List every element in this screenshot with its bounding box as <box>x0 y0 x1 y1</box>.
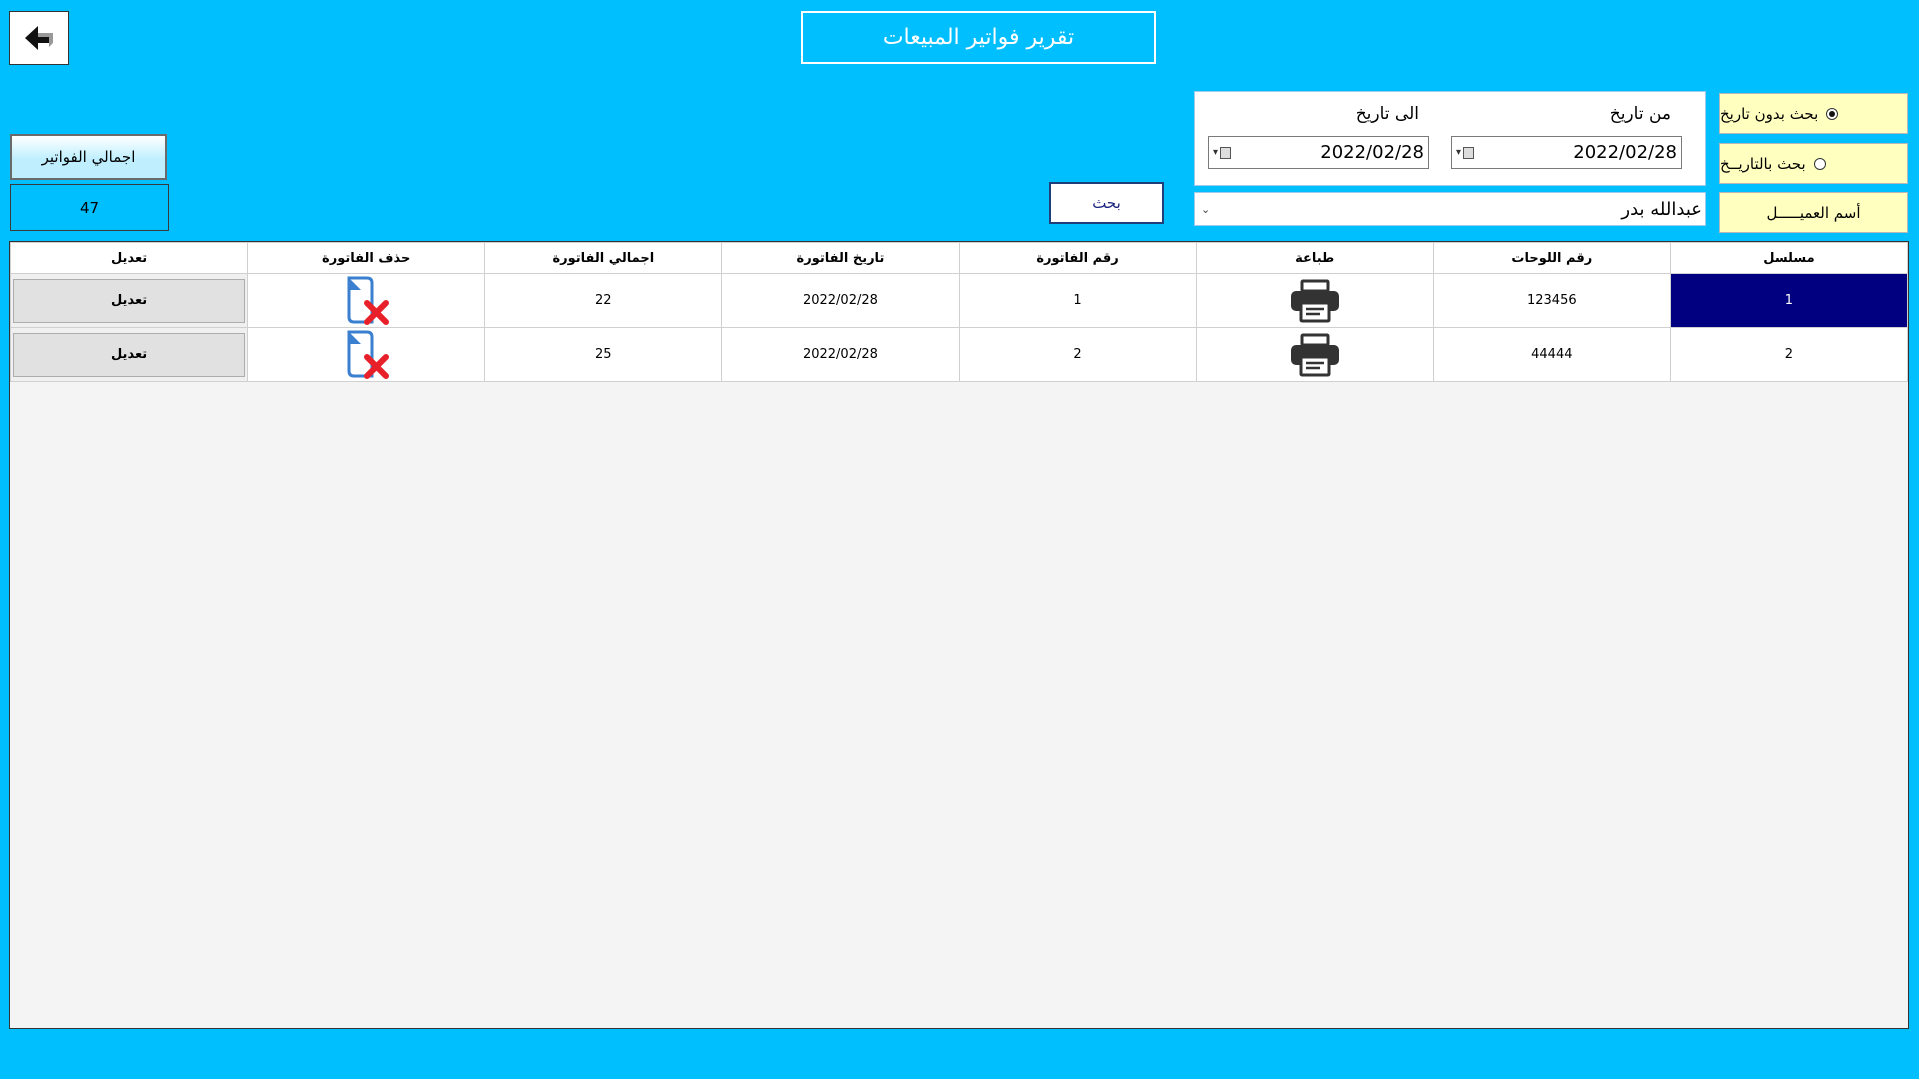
table-row[interactable]: 2 44444 2 2022/02/28 25 تعديل <box>9 327 1909 382</box>
cell-print[interactable] <box>1195 327 1434 382</box>
page-title-text: تقرير فواتير المبيعات <box>882 25 1075 50</box>
invoices-table: مسلسل رقم اللوحات طباعة رقم الفاتورة تار… <box>9 242 1909 382</box>
table-header-row: مسلسل رقم اللوحات طباعة رقم الفاتورة تار… <box>9 242 1909 274</box>
radio-button-checked[interactable] <box>1826 107 1839 120</box>
column-header-print[interactable]: طباعة <box>1195 242 1434 274</box>
cell-serial[interactable]: 2 <box>1669 327 1909 382</box>
cell-invoice-date[interactable]: 2022/02/28 <box>721 273 960 328</box>
column-header-delete[interactable]: حذف الفاتورة <box>247 242 486 274</box>
cell-invoice-total[interactable]: 25 <box>484 327 723 382</box>
cell-invoice-date[interactable]: 2022/02/28 <box>721 327 960 382</box>
to-date-value: 2022/02/28 <box>1320 142 1424 163</box>
column-header-edit[interactable]: تعديل <box>9 242 249 274</box>
delete-document-icon[interactable] <box>340 330 392 379</box>
from-date-value: 2022/02/28 <box>1573 142 1677 163</box>
edit-button[interactable]: تعديل <box>13 278 246 323</box>
cell-serial[interactable]: 1 <box>1669 273 1909 328</box>
calendar-dropdown-icon[interactable]: ▾ <box>1213 146 1232 159</box>
cell-invoice-no[interactable]: 1 <box>958 273 1197 328</box>
column-header-invoice-total[interactable]: اجمالي الفاتورة <box>484 242 723 274</box>
cell-plate[interactable]: 44444 <box>1432 327 1671 382</box>
cell-delete[interactable] <box>247 327 486 382</box>
radio-label-without-date: بحث بدون تاريخ <box>1720 104 1819 123</box>
search-button[interactable]: بحث <box>1049 182 1164 224</box>
invoices-grid[interactable]: مسلسل رقم اللوحات طباعة رقم الفاتورة تار… <box>9 241 1909 1029</box>
column-header-invoice-date[interactable]: تاريخ الفاتورة <box>721 242 960 274</box>
cell-delete[interactable] <box>247 273 486 328</box>
page-title: تقرير فواتير المبيعات <box>801 11 1156 64</box>
cell-invoice-no[interactable]: 2 <box>958 327 1197 382</box>
radio-search-without-date[interactable]: بحث بدون تاريخ <box>1719 93 1908 134</box>
column-header-serial[interactable]: مسلسل <box>1669 242 1909 274</box>
to-date-label: الى تاريخ <box>1355 104 1419 124</box>
cell-invoice-total[interactable]: 22 <box>484 273 723 328</box>
back-button[interactable] <box>9 11 69 65</box>
column-header-invoice-no[interactable]: رقم الفاتورة <box>958 242 1197 274</box>
search-button-label: بحث <box>1092 194 1121 212</box>
customer-name-label: أسم العميـــــل <box>1719 192 1908 233</box>
table-row[interactable]: 1 123456 1 2022/02/28 22 تعديل <box>9 273 1909 328</box>
invoices-total-value: 47 <box>10 184 169 231</box>
radio-label-by-date: بحث بالتاريــخ <box>1720 154 1806 173</box>
calendar-dropdown-icon[interactable]: ▾ <box>1456 146 1475 159</box>
printer-icon[interactable] <box>1289 333 1341 377</box>
column-header-plate[interactable]: رقم اللوحات <box>1432 242 1671 274</box>
radio-search-by-date[interactable]: بحث بالتاريــخ <box>1719 143 1908 184</box>
edit-button-label: تعديل <box>110 293 148 308</box>
customer-select[interactable]: ⌄ عبدالله بدر <box>1194 192 1706 226</box>
edit-button[interactable]: تعديل <box>13 332 246 377</box>
cell-plate[interactable]: 123456 <box>1432 273 1671 328</box>
delete-document-icon[interactable] <box>340 276 392 325</box>
cell-print[interactable] <box>1195 273 1434 328</box>
to-date-picker[interactable]: ▾ 2022/02/28 <box>1208 136 1429 169</box>
customer-name-label-text: أسم العميـــــل <box>1766 203 1861 222</box>
radio-button-unchecked[interactable] <box>1813 157 1826 170</box>
invoices-total-button[interactable]: اجمالي الفواتير <box>10 134 167 180</box>
cell-edit: تعديل <box>9 273 249 328</box>
cell-edit: تعديل <box>9 327 249 382</box>
printer-icon[interactable] <box>1289 279 1341 323</box>
from-date-picker[interactable]: ▾ 2022/02/28 <box>1451 136 1682 169</box>
invoices-total-label: اجمالي الفواتير <box>41 148 136 166</box>
customer-select-value: عبدالله بدر <box>1621 198 1702 220</box>
date-range-panel: من تاريخ الى تاريخ ▾ 2022/02/28 ▾ 2022/0… <box>1194 91 1706 186</box>
edit-button-label: تعديل <box>110 347 148 362</box>
from-date-label: من تاريخ <box>1609 104 1671 124</box>
invoices-total-number: 47 <box>79 198 100 217</box>
chevron-down-icon[interactable]: ⌄ <box>1201 203 1210 216</box>
back-arrow-icon <box>25 26 53 50</box>
